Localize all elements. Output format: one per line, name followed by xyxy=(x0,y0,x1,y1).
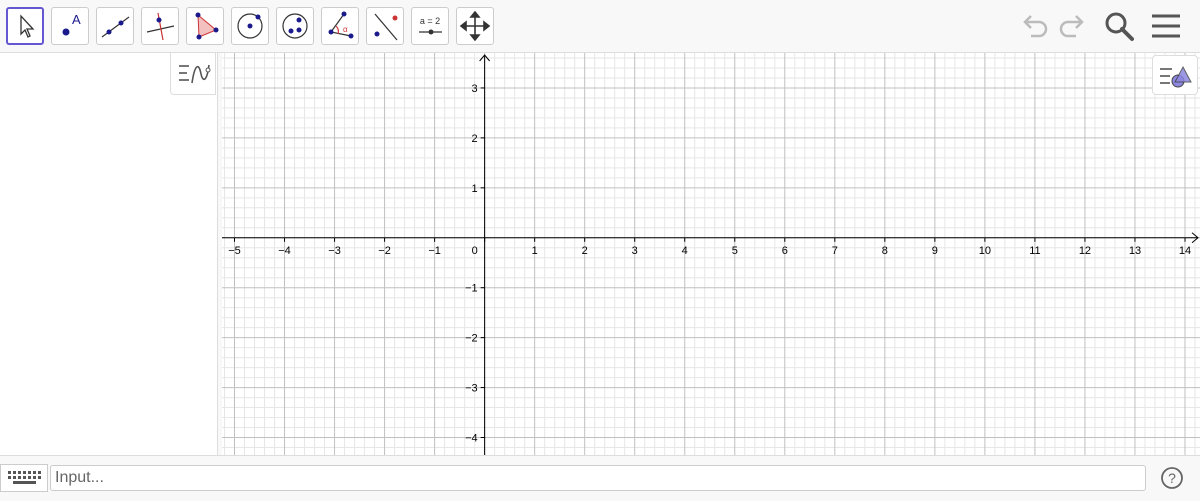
x-tick-label: −4 xyxy=(278,245,291,257)
x-tick-label: 1 xyxy=(532,245,538,257)
y-tick-label: 2 xyxy=(472,133,478,145)
x-tick-label: 0 xyxy=(472,245,478,257)
slider-label: a = 2 xyxy=(420,16,440,26)
x-tick-label: 13 xyxy=(1129,245,1141,257)
tool-move-button[interactable] xyxy=(6,7,44,45)
line-icon xyxy=(101,16,130,38)
x-tick-label: 9 xyxy=(932,245,938,257)
y-tick-label: −2 xyxy=(465,333,478,345)
help-button[interactable]: ? xyxy=(1160,466,1184,490)
keyboard-button[interactable] xyxy=(0,464,48,492)
polygon-icon xyxy=(195,12,219,40)
tool-line-button[interactable] xyxy=(96,7,134,45)
tool-circle3-button[interactable] xyxy=(276,7,314,45)
x-tick-label: −2 xyxy=(378,245,391,257)
minor-grid xyxy=(222,53,1200,455)
tool-move-graphics-button[interactable] xyxy=(456,7,494,45)
axes xyxy=(222,54,1199,455)
reflect-line-icon xyxy=(374,13,398,41)
x-tick-label: 10 xyxy=(979,245,991,257)
redo-icon xyxy=(1059,15,1084,38)
y-tick-label: −1 xyxy=(465,283,478,295)
algebra-view-toggle-button[interactable] xyxy=(170,53,216,95)
point-icon: A xyxy=(62,12,81,36)
toolbar: A α a = 2 xyxy=(0,0,1200,53)
redo-button[interactable] xyxy=(1054,8,1090,44)
x-tick-label: −3 xyxy=(328,245,341,257)
point-label: A xyxy=(72,12,81,27)
tool-circle-button[interactable] xyxy=(231,7,269,45)
menu-button[interactable] xyxy=(1148,8,1184,44)
help-icon: ? xyxy=(1161,467,1183,489)
x-tick-label: 7 xyxy=(832,245,838,257)
x-tick-label: 8 xyxy=(882,245,888,257)
slider-icon: a = 2 xyxy=(419,16,442,35)
keyboard-icon xyxy=(8,471,41,484)
input-bar: ? xyxy=(0,455,1200,501)
input-field[interactable] xyxy=(50,465,1146,491)
search-button[interactable] xyxy=(1101,8,1137,44)
graphics-view[interactable]: −5 −4 −3 −2 −1 0 1 2 3 4 5 6 7 8 9 10 11 12 13 14 3 2 1 −1 −2 −3−… xyxy=(222,53,1200,455)
x-tick-label: 2 xyxy=(582,245,588,257)
tool-perpendicular-button[interactable] xyxy=(141,7,179,45)
move-arrow-icon xyxy=(20,14,35,38)
undo-button[interactable] xyxy=(1017,8,1053,44)
angle-icon: α xyxy=(328,11,354,39)
tool-polygon-button[interactable] xyxy=(186,7,224,45)
x-tick-label: 11 xyxy=(1029,245,1040,257)
angle-label: α xyxy=(343,25,348,34)
perpendicular-line-icon xyxy=(146,12,175,41)
tool-angle-button[interactable]: α xyxy=(321,7,359,45)
x-tick-label: 3 xyxy=(632,245,638,257)
x-tick-label: 6 xyxy=(782,245,788,257)
major-grid xyxy=(222,53,1200,455)
tool-point-button[interactable]: A xyxy=(51,7,89,45)
undo-icon xyxy=(1023,15,1048,38)
style-bar-toggle-button[interactable] xyxy=(1152,55,1198,95)
tool-slider-button[interactable]: a = 2 xyxy=(411,7,449,45)
menu-icon xyxy=(1152,14,1180,38)
x-tick-label: 14 xyxy=(1179,245,1191,257)
style-bar-icon xyxy=(1160,65,1192,88)
y-tick-label: −3 xyxy=(465,383,478,395)
move-graphics-icon xyxy=(459,10,491,42)
tick-labels: −5 −4 −3 −2 −1 0 1 2 3 4 5 6 7 8 9 10 11 12 13 14321−1−2−3−… xyxy=(228,83,1191,445)
help-label: ? xyxy=(1168,470,1176,486)
x-tick-label: 4 xyxy=(682,245,688,257)
x-tick-label: 5 xyxy=(732,245,738,257)
circle-center-point-icon xyxy=(237,13,263,39)
tool-reflect-button[interactable] xyxy=(366,7,404,45)
y-tick-label: −4 xyxy=(465,433,478,445)
x-tick-label: −5 xyxy=(228,245,241,257)
algebra-graph-icon xyxy=(179,64,211,84)
circle-three-points-icon xyxy=(282,13,308,39)
x-tick-label: 12 xyxy=(1079,245,1091,257)
algebra-view[interactable] xyxy=(0,53,218,455)
y-tick-label: 3 xyxy=(472,83,478,95)
y-tick-label: 1 xyxy=(472,183,478,195)
search-icon xyxy=(1105,12,1134,41)
x-tick-label: −1 xyxy=(428,245,441,257)
coordinate-plane[interactable]: −5 −4 −3 −2 −1 0 1 2 3 4 5 6 7 8 9 10 11 12 13 14321−1−2−3−… xyxy=(222,53,1200,455)
